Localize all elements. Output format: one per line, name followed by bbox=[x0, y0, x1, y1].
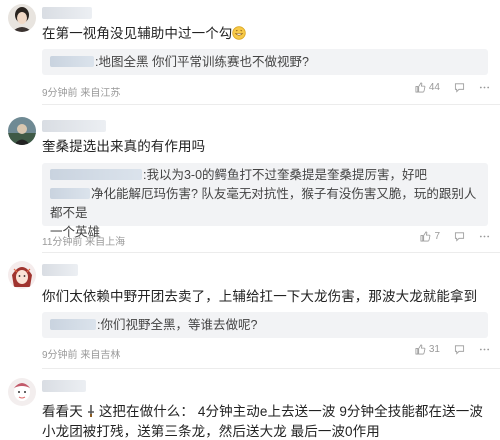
comment-text-line1a: 看看天 bbox=[42, 404, 83, 419]
reply-username-blurred[interactable] bbox=[50, 319, 96, 330]
comment-text: 奎桑提选出来真的有作用吗 bbox=[42, 139, 206, 154]
more-dots-icon bbox=[479, 82, 490, 93]
like-count: 31 bbox=[428, 344, 440, 355]
comment-icon bbox=[454, 82, 465, 93]
comment-meta: 9分钟前 来自吉林 bbox=[42, 346, 120, 361]
reply-username-blurred[interactable] bbox=[50, 188, 90, 199]
like-count: 7 bbox=[434, 231, 440, 242]
location: 来自江苏 bbox=[80, 88, 121, 99]
like-button[interactable]: 44 bbox=[415, 82, 440, 93]
comment-actions: 31 bbox=[415, 344, 490, 355]
username-blurred[interactable] bbox=[42, 120, 106, 132]
avatar[interactable] bbox=[8, 4, 36, 32]
comment-icon bbox=[454, 231, 465, 242]
like-count: 44 bbox=[428, 82, 440, 93]
username-blurred[interactable] bbox=[42, 264, 78, 276]
location: 来自吉林 bbox=[80, 350, 121, 361]
thumbs-up-icon bbox=[420, 231, 431, 242]
more-dots-icon bbox=[479, 231, 490, 242]
comment-meta: 11分钟前 来自上海 bbox=[42, 233, 125, 248]
reply-text: :地图全黑 你们平常训练赛也不做视野? bbox=[95, 55, 309, 69]
divider bbox=[42, 368, 500, 369]
thumbs-up-icon bbox=[415, 344, 426, 355]
comment-icon bbox=[454, 344, 465, 355]
reply-button[interactable] bbox=[454, 82, 465, 93]
comment-text: 在第一视角没见辅助中过一个勾 bbox=[42, 24, 490, 44]
divider bbox=[42, 104, 500, 105]
reply-text-line1: :我以为3-0的鳄鱼打不过奎桑提是奎桑提厉害，好吧 bbox=[143, 168, 428, 182]
username-blurred[interactable] bbox=[42, 7, 92, 19]
comment-meta: 9分钟前 来自江苏 bbox=[42, 84, 120, 99]
divider bbox=[42, 252, 500, 253]
thumbs-up-icon bbox=[415, 82, 426, 93]
comment-text: 你们太依赖中野开团去卖了，上辅给扛一下大龙伤害，那波大龙就能拿到 bbox=[42, 289, 478, 304]
like-button[interactable]: 31 bbox=[415, 344, 440, 355]
timestamp: 9分钟前 bbox=[42, 88, 78, 99]
comment-actions: 44 bbox=[415, 82, 490, 93]
sword-emoji-icon bbox=[84, 404, 98, 418]
avatar[interactable] bbox=[8, 378, 36, 406]
avatar[interactable] bbox=[8, 261, 36, 289]
avatar[interactable] bbox=[8, 117, 36, 145]
reply-username-blurred[interactable] bbox=[50, 169, 142, 180]
comment-text: 看看天 这把在做什么： 4分钟主动e上去送一波 9分钟全技能都在送一波 小龙团被打… bbox=[42, 402, 490, 440]
reply-box[interactable]: :地图全黑 你们平常训练赛也不做视野? bbox=[42, 49, 488, 75]
comment-text-line2: 小龙团被打残，送第三条龙，然后送大龙 最后一波0作用 bbox=[42, 424, 380, 439]
timestamp: 9分钟前 bbox=[42, 350, 78, 361]
like-button[interactable]: 7 bbox=[420, 231, 440, 242]
reply-box[interactable]: :我以为3-0的鳄鱼打不过奎桑提是奎桑提厉害，好吧 净化能解厄玛伤害? 队友毫无… bbox=[42, 163, 488, 239]
reply-button[interactable] bbox=[454, 344, 465, 355]
more-button[interactable] bbox=[479, 344, 490, 355]
more-dots-icon bbox=[479, 344, 490, 355]
grin-emoji-icon bbox=[232, 26, 247, 40]
reply-text-line2: 净化能解厄玛伤害? 队友毫无对抗性，猴子有没伤害又脆，玩的跟别人都不是 bbox=[50, 187, 477, 220]
reply-button[interactable] bbox=[454, 231, 465, 242]
reply-box[interactable]: :你们视野全黑，等谁去做呢? bbox=[42, 312, 488, 338]
reply-text: :你们视野全黑，等谁去做呢? bbox=[97, 318, 258, 332]
location: 来自上海 bbox=[85, 237, 126, 248]
reply-username-blurred[interactable] bbox=[50, 56, 94, 67]
more-button[interactable] bbox=[479, 231, 490, 242]
more-button[interactable] bbox=[479, 82, 490, 93]
timestamp: 11分钟前 bbox=[42, 237, 83, 248]
comment-text-line1b: 这把在做什么： 4分钟主动e上去送一波 9分钟全技能都在送一波 bbox=[98, 404, 483, 419]
comment-actions: 7 bbox=[420, 231, 490, 242]
username-blurred[interactable] bbox=[42, 380, 86, 392]
